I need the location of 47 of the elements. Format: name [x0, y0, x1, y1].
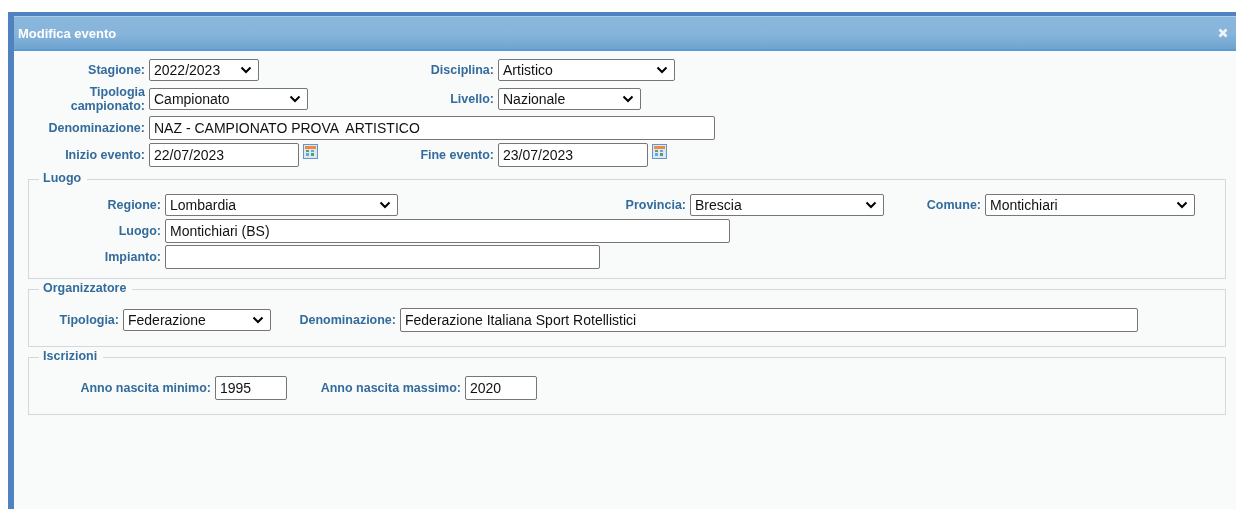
field-label: Luogo: [117, 224, 162, 238]
text-field[interactable] [165, 245, 600, 269]
field-label: Livello: [449, 92, 495, 106]
chevron-down-icon [240, 66, 252, 74]
field-label: Anno nascita massimo: [319, 381, 462, 395]
group-legend: Luogo [39, 171, 88, 185]
field-label: Regione: [106, 198, 162, 212]
chevron-down-icon [1176, 201, 1188, 209]
date-field[interactable]: 22/07/2023 [149, 143, 299, 167]
field-label: Inizio evento: [64, 148, 146, 162]
field-label: Comune: [925, 198, 982, 212]
text-field[interactable]: Federazione Italiana Sport Rotellistici [400, 308, 1138, 332]
dropdown[interactable]: Campionato [149, 88, 308, 110]
chevron-down-icon [252, 316, 264, 324]
text-field[interactable]: 2020 [465, 376, 537, 400]
field-label: Denominazione: [298, 313, 397, 327]
field-label: Fine evento: [419, 148, 495, 162]
dropdown[interactable]: Nazionale [498, 88, 641, 110]
field-label: Tipologia: [58, 313, 120, 327]
close-button[interactable] [1218, 28, 1228, 38]
chevron-down-icon [865, 201, 877, 209]
date-field[interactable]: 23/07/2023 [498, 143, 648, 167]
field-label: Stagione: [87, 63, 146, 77]
calendar-icon[interactable] [303, 143, 318, 159]
dropdown[interactable]: Brescia [690, 194, 884, 216]
chevron-down-icon [656, 66, 668, 74]
field-label: Anno nascita minimo: [79, 381, 212, 395]
group-legend: Iscrizioni [39, 349, 104, 363]
dropdown[interactable]: Federazione [123, 309, 271, 331]
field-label: Tipologia campionato: [69, 85, 146, 113]
chevron-down-icon [622, 95, 634, 103]
field-label: Disciplina: [429, 63, 495, 77]
text-field[interactable]: 1995 [215, 376, 287, 400]
chevron-down-icon [289, 95, 301, 103]
text-field[interactable]: NAZ - CAMPIONATO PROVA ARTISTICO [149, 116, 715, 140]
calendar-icon[interactable] [652, 143, 667, 159]
dialog-title: Modifica evento [18, 25, 117, 41]
dropdown[interactable]: Lombardia [165, 194, 398, 216]
chevron-down-icon [379, 201, 391, 209]
dropdown[interactable]: 2022/2023 [149, 59, 259, 81]
text-field[interactable]: Montichiari (BS) [165, 219, 730, 243]
field-label: Denominazione: [47, 121, 146, 135]
field-label: Impianto: [103, 250, 162, 264]
dropdown[interactable]: Artistico [498, 59, 675, 81]
dropdown[interactable]: Montichiari [985, 194, 1195, 216]
group-legend: Organizzatore [39, 281, 133, 295]
field-label: Provincia: [624, 198, 687, 212]
